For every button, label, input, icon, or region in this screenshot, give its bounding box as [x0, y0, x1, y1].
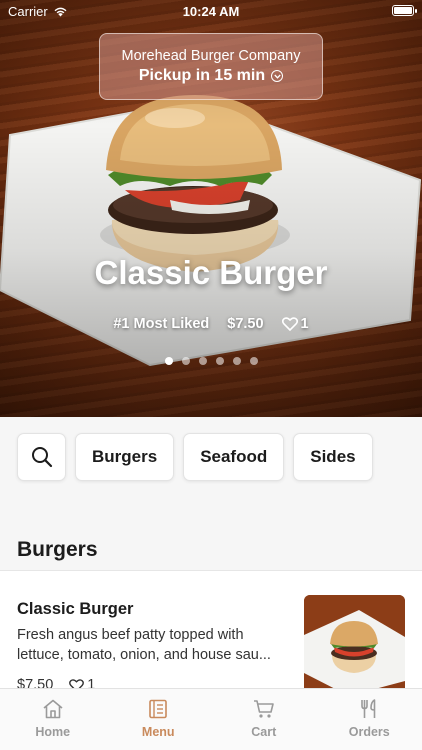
tab-home-label: Home [35, 725, 71, 739]
store-name: Morehead Burger Company [121, 48, 301, 64]
carousel-dot-1[interactable] [164, 357, 173, 365]
fork-knife-icon [361, 699, 376, 718]
chevron-down-icon [271, 70, 284, 82]
battery-icon [392, 5, 417, 16]
tab-orders[interactable]: Orders [317, 689, 422, 750]
tab-orders-label: Orders [348, 725, 390, 739]
featured-likes-count: 1 [300, 316, 309, 332]
carousel-dot-2[interactable] [181, 357, 190, 365]
category-bar: Burgers Seafood Sides [17, 433, 373, 481]
status-bar: Carrier 10:24 AM [0, 0, 422, 22]
tab-bar: Home Menu Cart Orders [0, 688, 422, 750]
category-chip-seafood[interactable]: Seafood [183, 433, 285, 481]
category-chip-burgers[interactable]: Burgers [75, 433, 175, 481]
featured-meta: #1 Most Liked $7.50 1 [0, 316, 422, 332]
heart-icon [281, 317, 298, 331]
tab-home[interactable]: Home [0, 689, 106, 750]
carousel-dot-5[interactable] [232, 357, 241, 365]
menu-item-description-line-1: Fresh angus beef patty topped with [17, 627, 244, 643]
menu-item-thumbnail[interactable] [304, 595, 405, 696]
clock: 10:24 AM [182, 3, 240, 19]
tab-cart[interactable]: Cart [211, 689, 317, 750]
category-chip-sides[interactable]: Sides [293, 433, 373, 481]
tab-menu[interactable]: Menu [106, 689, 212, 750]
featured-price: $7.50 [227, 316, 264, 332]
tab-cart-label: Cart [251, 725, 277, 739]
menu-item-description: Fresh angus beef patty topped with lettu… [17, 625, 287, 665]
featured-rank: #1 Most Liked [113, 316, 210, 332]
featured-likes: 1 [281, 316, 309, 332]
menu-item-description-line-2: lettuce, tomato, onion, and house sau... [17, 647, 271, 663]
pickup-time: Pickup in 15 min [100, 67, 322, 85]
store-selector[interactable]: Morehead Burger Company Pickup in 15 min [99, 33, 323, 100]
carousel-dot-4[interactable] [215, 357, 224, 365]
pickup-label: Pickup in 15 min [138, 67, 266, 84]
featured-title: Classic Burger [94, 254, 328, 291]
home-icon [43, 699, 63, 719]
search-icon [31, 447, 52, 468]
menu-icon [149, 699, 168, 719]
cart-icon [253, 700, 274, 718]
menu-item-name: Classic Burger [17, 600, 134, 618]
carousel-dot-3[interactable] [198, 357, 207, 365]
search-button[interactable] [17, 433, 66, 481]
carousel-dot-6[interactable] [249, 357, 258, 365]
tab-menu-label: Menu [141, 725, 175, 739]
section-title: Burgers [17, 538, 98, 561]
carousel-dots[interactable] [0, 357, 422, 365]
